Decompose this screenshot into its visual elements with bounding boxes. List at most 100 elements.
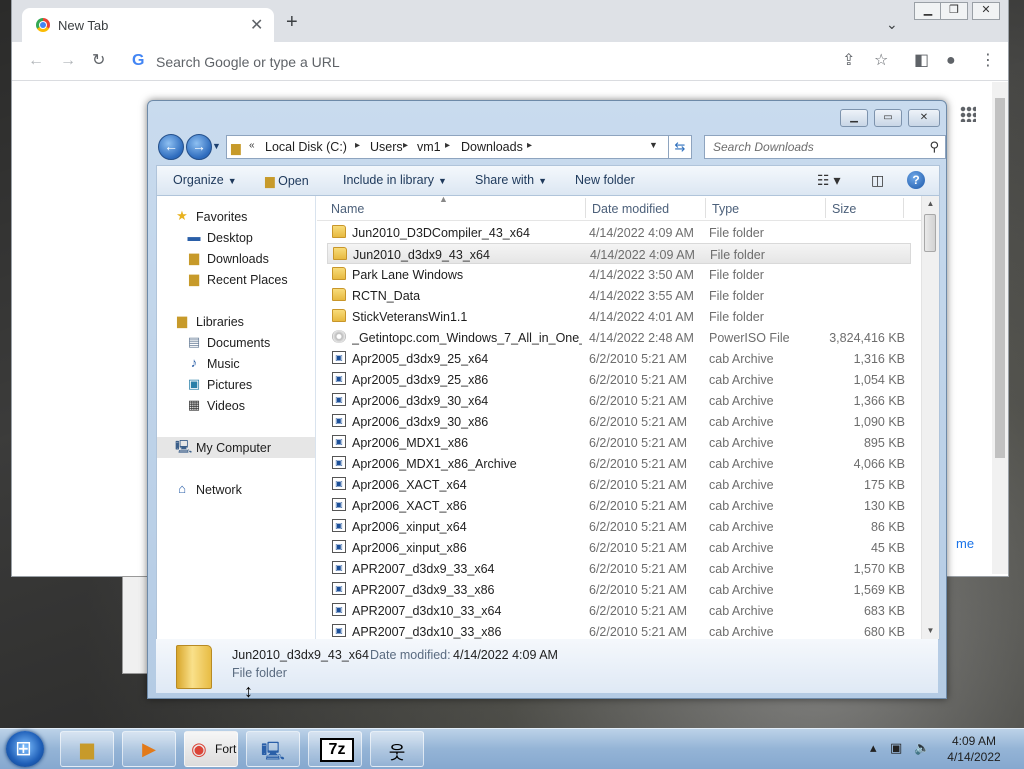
- file-date: 4/14/2022 3:55 AM: [589, 289, 694, 303]
- scroll-down-icon[interactable]: ▼: [922, 623, 939, 639]
- file-type: File folder: [709, 268, 764, 282]
- table-row[interactable]: RCTN_Data 4/14/2022 3:55 AM File folder: [327, 285, 911, 306]
- table-row[interactable]: Park Lane Windows 4/14/2022 3:50 AM File f…: [327, 264, 911, 285]
- menu-kebab-icon[interactable]: ⋮: [980, 52, 996, 70]
- chrome-tab[interactable]: New Tab ✕: [22, 8, 274, 42]
- organize-button[interactable]: Organize ▼: [173, 173, 237, 187]
- refresh-icon[interactable]: ⇆: [668, 135, 692, 159]
- nav-libraries[interactable]: ▆ Libraries: [157, 311, 315, 332]
- share-icon[interactable]: ⇪: [842, 52, 855, 70]
- nav-documents[interactable]: ▤ Documents: [157, 332, 315, 353]
- address-bar[interactable]: ▆ « Local Disk (C:) ▸ Users ▸ vm1 ▸ Down…: [226, 135, 690, 159]
- side-panel-icon[interactable]: ◧: [914, 52, 929, 70]
- table-row[interactable]: ▣ Apr2006_MDX1_x86_Archive 6/2/2010 5:21 A…: [327, 453, 911, 474]
- explorer-maximize-button[interactable]: ▭: [874, 109, 902, 127]
- nav-pictures[interactable]: ▣ Pictures: [157, 374, 315, 395]
- table-row[interactable]: ▣ Apr2006_xinput_x86 6/2/2010 5:21 AM cab A…: [327, 537, 911, 558]
- column-date-modified[interactable]: Date modified: [592, 202, 669, 216]
- breadcrumb-users[interactable]: Users: [370, 140, 403, 154]
- nav-music[interactable]: ♪ Music: [157, 353, 315, 374]
- nav-desktop[interactable]: ▬ Desktop: [157, 227, 315, 248]
- table-row[interactable]: ▣ APR2007_d3dx9_33_x64 6/2/2010 5:21 AM cab…: [327, 558, 911, 579]
- explorer-close-button[interactable]: ✕: [908, 109, 940, 127]
- include-in-library-button[interactable]: Include in library ▼: [343, 173, 447, 187]
- omnibox[interactable]: G Search Google or type a URL: [124, 46, 914, 76]
- table-row[interactable]: ▣ Apr2006_xinput_x64 6/2/2010 5:21 AM cab A…: [327, 516, 911, 537]
- column-type[interactable]: Type: [712, 202, 739, 216]
- chrome-scrollbar[interactable]: [992, 82, 1008, 574]
- nav-my-computer[interactable]: 🖳 My Computer: [157, 437, 315, 458]
- show-hidden-icons-icon[interactable]: ▴: [870, 740, 877, 756]
- search-input[interactable]: Search Downloads ⚲: [704, 135, 946, 159]
- share-with-button[interactable]: Share with ▼: [475, 173, 547, 187]
- recent-places-icon: ▆: [189, 271, 199, 286]
- table-row[interactable]: ▣ Apr2006_XACT_x86 6/2/2010 5:21 AM cab Arc…: [327, 495, 911, 516]
- taskbar-explorer-button[interactable]: ▆: [60, 731, 114, 767]
- file-date: 6/2/2010 5:21 AM: [589, 478, 687, 492]
- network-tray-icon[interactable]: ▣: [890, 740, 902, 756]
- nav-downloads[interactable]: ▆ Downloads: [157, 248, 315, 269]
- minimize-button[interactable]: ▁: [914, 2, 942, 20]
- column-size[interactable]: Size: [832, 202, 856, 216]
- close-button[interactable]: ✕: [972, 2, 1000, 20]
- taskbar-media-player-button[interactable]: ▶: [122, 731, 176, 767]
- column-name[interactable]: Name: [331, 202, 364, 216]
- search-icon[interactable]: ⚲: [929, 139, 939, 155]
- table-row[interactable]: _Getintopc.com_Windows_7_All_in_One_... 4…: [327, 327, 911, 348]
- nav-favorites[interactable]: ★ Favorites: [157, 206, 315, 227]
- table-row[interactable]: ▣ APR2007_d3dx10_33_x64 6/2/2010 5:21 AM ca…: [327, 600, 911, 621]
- start-button[interactable]: [6, 731, 44, 767]
- back-button[interactable]: ←: [158, 134, 184, 160]
- table-row[interactable]: ▣ Apr2006_d3dx9_30_x86 6/2/2010 5:21 AM cab…: [327, 411, 911, 432]
- preview-pane-icon[interactable]: ◫: [871, 172, 884, 189]
- breadcrumb-downloads[interactable]: Downloads: [461, 140, 523, 154]
- table-row[interactable]: ▣ Apr2005_d3dx9_25_x86 6/2/2010 5:21 AM cab…: [327, 369, 911, 390]
- file-name: Apr2006_xinput_x86: [352, 541, 467, 555]
- clock[interactable]: 4:09 AM 4/14/2022: [942, 733, 1006, 765]
- restore-button[interactable]: ❐: [940, 2, 968, 20]
- breadcrumb-local-disk[interactable]: Local Disk (C:): [265, 140, 347, 154]
- taskbar-stick-figure-button[interactable]: 웃: [370, 731, 424, 767]
- nav-recent-places[interactable]: ▆ Recent Places: [157, 269, 315, 290]
- back-arrow-icon[interactable]: ←: [28, 52, 44, 70]
- scroll-up-icon[interactable]: ▲: [922, 196, 939, 212]
- table-row[interactable]: StickVeteransWin1.1 4/14/2022 4:01 AM File…: [327, 306, 911, 327]
- reload-icon[interactable]: ↻: [92, 52, 105, 70]
- table-row[interactable]: ▣ Apr2006_MDX1_x86 6/2/2010 5:21 AM cab Arc…: [327, 432, 911, 453]
- table-row[interactable]: ▣ Apr2006_d3dx9_30_x64 6/2/2010 5:21 AM cab…: [327, 390, 911, 411]
- breadcrumb-vm1[interactable]: vm1: [417, 140, 441, 154]
- table-row[interactable]: Jun2010_d3dx9_43_x64 4/14/2022 4:09 AM Fil…: [327, 243, 911, 264]
- volume-icon[interactable]: 🔈: [914, 740, 930, 756]
- bookmark-star-icon[interactable]: ☆: [874, 52, 888, 70]
- open-button[interactable]: ▆ Open: [265, 173, 309, 188]
- forward-button[interactable]: →: [186, 134, 212, 160]
- details-date-label: Date modified:: [370, 648, 451, 662]
- new-tab-icon[interactable]: +: [286, 12, 298, 32]
- apps-grid-icon[interactable]: [960, 106, 976, 122]
- help-icon[interactable]: ?: [907, 171, 925, 189]
- nav-network[interactable]: ⌂ Network: [157, 479, 315, 500]
- table-row[interactable]: ▣ Apr2006_XACT_x64 6/2/2010 5:21 AM cab Arc…: [327, 474, 911, 495]
- taskbar-7zip-button[interactable]: 7z: [308, 731, 362, 767]
- table-row[interactable]: ▣ Apr2005_d3dx9_25_x64 6/2/2010 5:21 AM cab…: [327, 348, 911, 369]
- forward-arrow-icon[interactable]: →: [60, 52, 76, 70]
- tab-search-chevron-icon[interactable]: ⌄: [886, 16, 898, 33]
- address-dropdown-icon[interactable]: ▼: [649, 140, 658, 150]
- computer-icon: 🖳: [175, 439, 193, 454]
- profile-avatar-icon[interactable]: ●: [946, 52, 956, 70]
- table-row[interactable]: Jun2010_D3DCompiler_43_x64 4/14/2022 4:09…: [327, 222, 911, 243]
- scroll-thumb[interactable]: [924, 214, 936, 252]
- explorer-minimize-button[interactable]: ▁: [840, 109, 868, 127]
- table-row[interactable]: ▣ APR2007_d3dx10_33_x86 6/2/2010 5:21 AM ca…: [327, 621, 911, 639]
- nav-videos[interactable]: ▦ Videos: [157, 395, 315, 416]
- recent-pages-chevron-icon[interactable]: ▼: [212, 141, 221, 151]
- file-size: 895 KB: [863, 436, 905, 450]
- taskbar-computer-button[interactable]: 🖳: [246, 731, 300, 767]
- view-options-icon[interactable]: ☷ ▾: [817, 172, 840, 189]
- new-folder-button[interactable]: New folder: [575, 173, 635, 187]
- table-row[interactable]: ▣ APR2007_d3dx9_33_x86 6/2/2010 5:21 AM cab…: [327, 579, 911, 600]
- taskbar-chrome-button[interactable]: ◉ Fort: [184, 731, 238, 767]
- details-name: Jun2010_d3dx9_43_x64: [232, 648, 369, 662]
- tab-close-icon[interactable]: ✕: [250, 15, 263, 35]
- file-list-scrollbar[interactable]: ▲ ▼: [921, 196, 939, 639]
